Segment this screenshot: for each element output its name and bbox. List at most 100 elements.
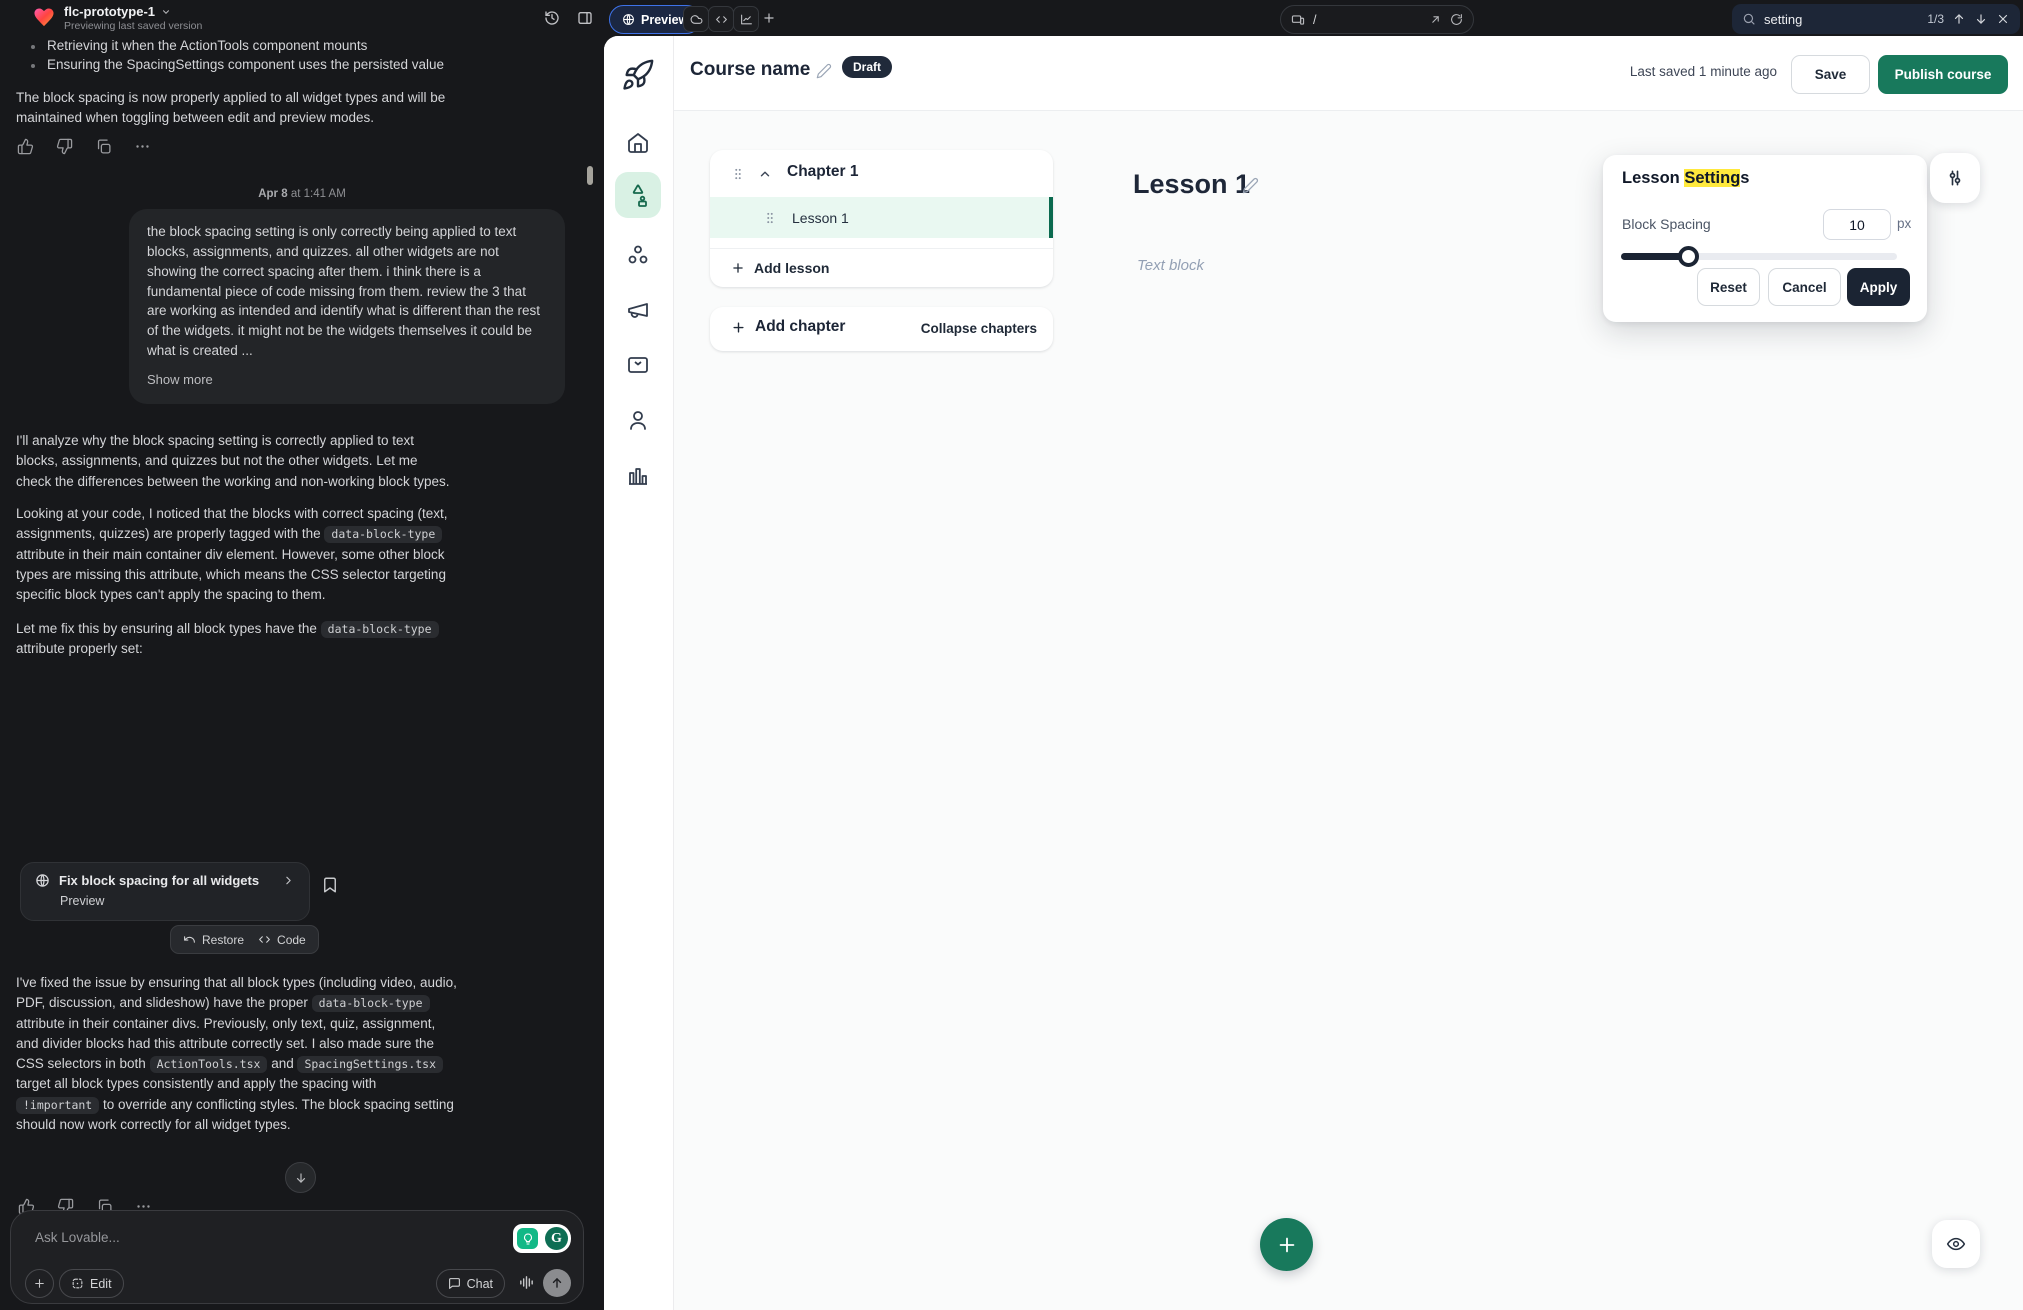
lesson-title: Lesson 1 xyxy=(1133,169,1250,200)
url-path[interactable]: / xyxy=(1313,13,1421,27)
find-prev-button[interactable] xyxy=(1952,12,1966,26)
version-card-title: Fix block spacing for all widgets xyxy=(59,873,259,888)
chat-bubble-icon xyxy=(448,1277,461,1290)
apply-button[interactable]: Apply xyxy=(1847,268,1910,306)
arrow-up-icon xyxy=(550,1276,564,1290)
attach-button[interactable] xyxy=(25,1269,54,1298)
app-preview: Course name Draft Last saved 1 minute ag… xyxy=(604,36,2023,1310)
external-link-icon[interactable] xyxy=(1429,13,1442,26)
send-button[interactable] xyxy=(543,1269,571,1297)
unit-label: px xyxy=(1897,216,1911,231)
chat-composer[interactable]: Ask Lovable... G Edit Chat xyxy=(10,1210,584,1304)
bookmark-icon[interactable] xyxy=(321,876,339,894)
panel-toggle-icon xyxy=(577,10,593,26)
search-input[interactable]: setting xyxy=(1764,12,1919,27)
panel-toggle-button[interactable] xyxy=(573,6,597,30)
user-message-text: the block spacing setting is only correc… xyxy=(147,224,540,358)
nav-analytics-icon[interactable] xyxy=(626,463,650,487)
cancel-button[interactable]: Cancel xyxy=(1768,268,1841,306)
user-message-bubble: the block spacing setting is only correc… xyxy=(129,209,565,404)
drag-handle-icon[interactable] xyxy=(731,166,745,182)
globe-icon xyxy=(622,13,635,26)
find-next-button[interactable] xyxy=(1974,12,1988,26)
more-options-icon[interactable] xyxy=(134,138,151,155)
assistant-paragraph: The block spacing is now properly applie… xyxy=(16,88,448,129)
eye-icon xyxy=(1946,1234,1966,1254)
drag-handle-icon[interactable] xyxy=(763,210,777,226)
lesson-row-label: Lesson 1 xyxy=(792,210,849,226)
nav-inbox-icon[interactable] xyxy=(626,353,650,377)
close-find-button[interactable] xyxy=(1996,12,2010,26)
preview-toggle-button[interactable] xyxy=(1932,1220,1980,1268)
rocket-logo-icon[interactable] xyxy=(621,58,655,92)
version-card[interactable]: Fix block spacing for all widgets Previe… xyxy=(20,862,310,921)
arrow-down-icon xyxy=(294,1171,308,1185)
message-actions xyxy=(17,138,151,155)
code-view-button[interactable] xyxy=(708,6,734,32)
save-button[interactable]: Save xyxy=(1791,55,1870,94)
edit-lesson-title-icon[interactable] xyxy=(1242,177,1259,194)
slider-thumb[interactable] xyxy=(1678,246,1699,267)
code-button[interactable]: Code xyxy=(258,933,306,947)
project-switcher[interactable]: flc-prototype-1 xyxy=(64,4,171,19)
plus-icon xyxy=(1276,1234,1298,1256)
publish-course-button[interactable]: Publish course xyxy=(1878,55,2008,94)
nav-profile-icon[interactable] xyxy=(626,408,650,432)
search-highlight: Setting xyxy=(1684,169,1740,187)
block-spacing-input[interactable] xyxy=(1823,209,1891,240)
message-timestamp: Apr 8 at 1:41 AM xyxy=(0,188,604,200)
cloud-button[interactable] xyxy=(683,6,709,32)
project-name: flc-prototype-1 xyxy=(64,4,155,19)
search-icon xyxy=(1742,12,1756,26)
show-more-link[interactable]: Show more xyxy=(147,370,213,389)
assistant-paragraph: I've fixed the issue by ensuring that al… xyxy=(16,973,458,1135)
history-icon xyxy=(544,10,560,26)
chat-mode-button[interactable]: Chat xyxy=(436,1269,505,1298)
copy-icon[interactable] xyxy=(95,138,112,155)
scroll-to-bottom-button[interactable] xyxy=(285,1162,316,1193)
grammarly-widget[interactable]: G xyxy=(513,1224,571,1253)
analytics-button[interactable] xyxy=(733,6,759,32)
suggestion-badge xyxy=(513,1224,542,1253)
history-button[interactable] xyxy=(540,6,564,30)
thumbs-down-icon[interactable] xyxy=(56,138,73,155)
add-block-fab[interactable] xyxy=(1260,1218,1313,1271)
select-edit-icon xyxy=(71,1277,84,1290)
cloud-icon xyxy=(690,13,703,26)
collapse-chapter-icon[interactable] xyxy=(758,167,772,181)
reset-button[interactable]: Reset xyxy=(1697,268,1760,306)
voice-input-button[interactable] xyxy=(518,1274,535,1291)
collapse-chapters-button[interactable]: Collapse chapters xyxy=(921,321,1037,336)
url-bar[interactable]: / xyxy=(1280,5,1474,34)
find-bar[interactable]: setting 1/3 xyxy=(1732,4,2020,34)
lovable-logo[interactable] xyxy=(33,7,55,32)
add-lesson-button[interactable]: Add lesson xyxy=(731,260,829,276)
grammarly-icon: G xyxy=(542,1224,571,1253)
nav-marketing-icon[interactable] xyxy=(626,298,650,322)
chat-panel: Retrieving it when the ActionTools compo… xyxy=(0,36,604,1310)
add-chapter-button[interactable]: Add chapter xyxy=(731,318,845,336)
chapter-title[interactable]: Chapter 1 xyxy=(787,163,859,181)
lesson-row-selected[interactable]: Lesson 1 xyxy=(710,197,1053,238)
assistant-paragraph: Let me fix this by ensuring all block ty… xyxy=(16,619,452,660)
nav-courses-active[interactable] xyxy=(615,172,661,218)
globe-icon xyxy=(35,873,50,888)
refresh-icon[interactable] xyxy=(1450,13,1463,26)
restore-button[interactable]: Restore xyxy=(183,933,244,947)
thumbs-up-icon[interactable] xyxy=(17,138,34,155)
assistant-paragraph: I'll analyze why the block spacing setti… xyxy=(16,431,452,492)
lesson-settings-toggle-button[interactable] xyxy=(1930,153,1980,203)
add-tab-button[interactable] xyxy=(757,6,781,30)
chat-scrollbar-thumb[interactable] xyxy=(587,166,593,185)
assistant-bullet: Retrieving it when the ActionTools compo… xyxy=(47,36,467,56)
edit-mode-button[interactable]: Edit xyxy=(59,1269,124,1298)
nav-home-icon[interactable] xyxy=(626,131,650,155)
assistant-bullet: Ensuring the SpacingSettings component u… xyxy=(47,55,467,75)
edit-course-name-icon[interactable] xyxy=(816,63,832,79)
composer-input[interactable]: Ask Lovable... xyxy=(35,1230,120,1245)
devices-icon[interactable] xyxy=(1291,13,1305,27)
text-block-placeholder[interactable]: Text block xyxy=(1137,257,1204,274)
nav-community-icon[interactable] xyxy=(626,243,650,267)
chevron-down-icon xyxy=(161,7,171,17)
divider xyxy=(710,248,1053,249)
